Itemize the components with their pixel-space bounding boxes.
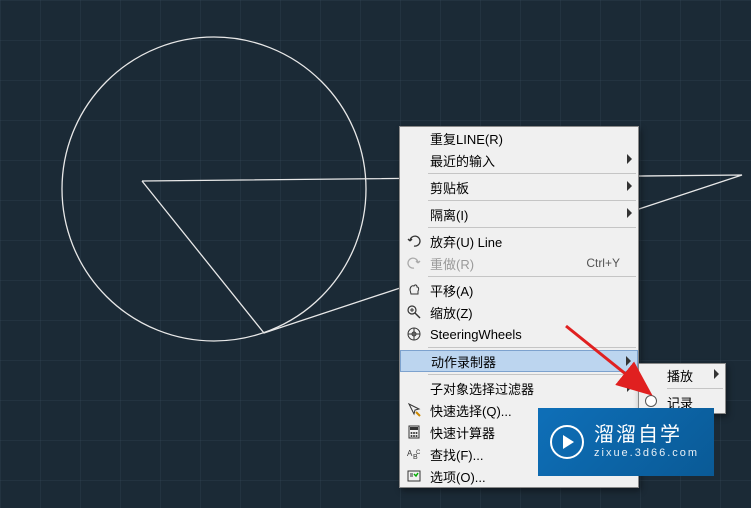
menu-label: 动作录制器: [431, 352, 619, 371]
menu-label: 重复LINE(R): [430, 129, 620, 148]
menu-separator: [428, 276, 636, 277]
menu-separator: [428, 227, 636, 228]
submenu-arrow-icon: [627, 208, 632, 218]
menu-label: SteeringWheels: [430, 327, 620, 342]
menu-separator: [428, 173, 636, 174]
menu-pan[interactable]: 平移(A): [400, 279, 638, 301]
menu-label: 放弃(U) Line: [430, 232, 620, 251]
submenu-label: 播放: [667, 366, 707, 385]
menu-repeat-line[interactable]: 重复LINE(R): [400, 127, 638, 149]
menu-redo: 重做(R) Ctrl+Y: [400, 252, 638, 274]
menu-label: 隔离(I): [430, 205, 620, 224]
zoom-icon: [406, 304, 422, 320]
menu-isolate[interactable]: 隔离(I): [400, 203, 638, 225]
menu-undo[interactable]: 放弃(U) Line: [400, 230, 638, 252]
menu-steeringwheels[interactable]: SteeringWheels: [400, 323, 638, 345]
logo-title: 溜溜自学: [594, 423, 699, 447]
watermark-logo: 溜溜自学 zixue.3d66.com: [538, 408, 714, 476]
undo-icon: [406, 233, 422, 249]
submenu-arrow-icon: [626, 356, 631, 366]
submenu-action-recorder: 播放 记录: [638, 363, 726, 414]
submenu-arrow-icon: [627, 181, 632, 191]
submenu-arrow-icon: [627, 154, 632, 164]
quick-select-icon: [406, 402, 422, 418]
submenu-arrow-icon: [714, 369, 719, 379]
menu-subobject-filter[interactable]: 子对象选择过滤器: [400, 377, 638, 399]
menu-separator: [428, 200, 636, 201]
find-icon: ABC: [406, 446, 422, 462]
record-radio-icon: [645, 395, 657, 407]
logo-url: zixue.3d66.com: [594, 447, 699, 460]
menu-zoom[interactable]: 缩放(Z): [400, 301, 638, 323]
menu-separator: [667, 388, 723, 389]
menu-separator: [428, 347, 636, 348]
menu-action-recorder[interactable]: 动作录制器: [400, 350, 638, 372]
svg-text:C: C: [416, 450, 421, 456]
menu-label: 平移(A): [430, 281, 620, 300]
menu-label: 重做(R): [430, 254, 586, 273]
submenu-play[interactable]: 播放: [639, 364, 725, 386]
options-icon: [406, 468, 422, 484]
play-icon: [550, 425, 584, 459]
calculator-icon: [406, 424, 422, 440]
menu-clipboard[interactable]: 剪贴板: [400, 176, 638, 198]
menu-label: 缩放(Z): [430, 303, 620, 322]
redo-icon: [406, 255, 422, 271]
menu-label: 最近的输入: [430, 151, 620, 170]
pan-icon: [406, 282, 422, 298]
submenu-arrow-icon: [627, 382, 632, 392]
menu-separator: [428, 374, 636, 375]
wheel-icon: [406, 326, 422, 342]
menu-recent-input[interactable]: 最近的输入: [400, 149, 638, 171]
menu-label: 剪贴板: [430, 178, 620, 197]
menu-shortcut: Ctrl+Y: [586, 256, 620, 270]
menu-label: 子对象选择过滤器: [430, 379, 620, 398]
